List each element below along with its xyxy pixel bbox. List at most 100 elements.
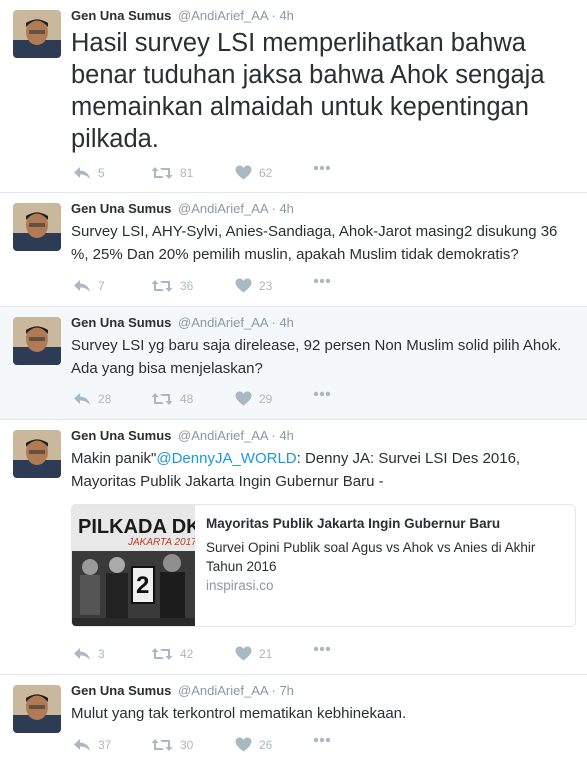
card-title[interactable]: Mayoritas Publik Jakarta Ingin Gubernur … [206, 516, 500, 531]
avatar-image [13, 430, 61, 478]
reply-button[interactable]: 3 [73, 646, 105, 662]
retweet-icon [151, 393, 173, 405]
retweet-count: 36 [180, 279, 194, 293]
tweet-actions: 7 36 23 [73, 278, 373, 298]
more-icon [313, 165, 331, 171]
avatar[interactable] [13, 10, 61, 58]
like-button[interactable]: 62 [235, 165, 272, 180]
card-domain: inspirasi.co [206, 578, 274, 593]
separator-dot: · [271, 315, 276, 330]
retweet-button[interactable]: 48 [151, 391, 193, 407]
more-button[interactable] [313, 737, 331, 743]
handle[interactable]: @AndiArief_AA [178, 315, 268, 330]
timestamp[interactable]: 4h [279, 8, 293, 23]
display-name[interactable]: Gen Una Sumus [71, 201, 171, 216]
reply-button[interactable]: 5 [73, 165, 105, 181]
tweet-header: Gen Una Sumus @AndiArief_AA · 4h [71, 315, 294, 330]
like-count: 62 [259, 165, 273, 180]
retweet-count: 42 [180, 647, 194, 661]
tweet-header: Gen Una Sumus @AndiArief_AA · 7h [71, 683, 294, 698]
handle[interactable]: @AndiArief_AA [178, 8, 268, 23]
reply-button[interactable]: 7 [73, 278, 105, 294]
like-button[interactable]: 23 [235, 278, 272, 293]
handle[interactable]: @AndiArief_AA [178, 201, 268, 216]
tweet-actions: 28 48 29 [73, 391, 373, 411]
retweet-button[interactable]: 42 [151, 646, 193, 662]
tweet-text: Makin panik"@DennyJA_WORLD: Denny JA: Su… [71, 447, 573, 493]
like-count: 29 [259, 391, 273, 406]
avatar[interactable] [13, 430, 61, 478]
card-thumbnail[interactable]: PILKADA DKI JAKARTA 2017 2 [72, 505, 195, 626]
more-icon [313, 737, 331, 743]
reply-count: 7 [98, 279, 105, 293]
separator-dot: · [271, 428, 276, 443]
tweet-header: Gen Una Sumus @AndiArief_AA · 4h [71, 8, 294, 23]
timestamp[interactable]: 4h [279, 428, 293, 443]
reply-count: 28 [98, 392, 112, 406]
handle[interactable]: @AndiArief_AA [178, 683, 268, 698]
retweet-icon [151, 167, 173, 179]
avatar-image [13, 203, 61, 251]
tweet[interactable]: Gen Una Sumus @AndiArief_AA · 7h Mulut y… [0, 675, 587, 766]
separator-dot: · [271, 683, 276, 698]
reply-count: 5 [98, 166, 105, 180]
like-button[interactable]: 21 [235, 646, 272, 661]
avatar-image [13, 317, 61, 365]
display-name[interactable]: Gen Una Sumus [71, 683, 171, 698]
reply-icon [74, 280, 90, 292]
timeline: Gen Una Sumus @AndiArief_AA · 4h Hasil s… [0, 0, 587, 766]
timestamp[interactable]: 4h [279, 315, 293, 330]
like-count: 21 [259, 646, 273, 661]
heart-icon [235, 646, 252, 661]
link-card[interactable]: PILKADA DKI JAKARTA 2017 2 Mayoritas Pub… [71, 504, 576, 627]
tweet[interactable]: Gen Una Sumus @AndiArief_AA · 4h Survey … [0, 307, 587, 420]
more-button[interactable] [313, 646, 331, 652]
reply-button[interactable]: 37 [73, 737, 111, 753]
mention-link[interactable]: @DennyJA_WORLD [156, 450, 296, 467]
display-name[interactable]: Gen Una Sumus [71, 315, 171, 330]
retweet-button[interactable]: 81 [151, 165, 193, 181]
retweet-count: 30 [180, 738, 194, 752]
card-image-number: 2 [136, 572, 149, 599]
retweet-button[interactable]: 30 [151, 737, 193, 753]
card-description: Survei Opini Publik soal Agus vs Ahok vs… [206, 540, 536, 574]
timestamp[interactable]: 4h [279, 201, 293, 216]
retweet-count: 81 [180, 166, 194, 180]
heart-icon [235, 278, 252, 293]
tweet[interactable]: Gen Una Sumus @AndiArief_AA · 4h Survey … [0, 193, 587, 307]
heart-icon [235, 737, 252, 752]
card-thumbnail-image: PILKADA DKI JAKARTA 2017 2 [72, 505, 195, 626]
handle[interactable]: @AndiArief_AA [178, 428, 268, 443]
more-button[interactable] [313, 391, 331, 397]
reply-icon [74, 648, 90, 660]
tweet-text-start: Makin panik" [71, 450, 157, 467]
more-icon [313, 646, 331, 652]
like-button[interactable]: 26 [235, 737, 272, 752]
tweet-actions: 5 81 62 [73, 165, 373, 185]
avatar-image [13, 685, 61, 733]
avatar[interactable] [13, 317, 61, 365]
avatar[interactable] [13, 203, 61, 251]
like-button[interactable]: 29 [235, 391, 272, 406]
more-button[interactable] [313, 278, 331, 284]
tweet[interactable]: Gen Una Sumus @AndiArief_AA · 4h Hasil s… [0, 0, 587, 193]
reply-count: 3 [98, 647, 105, 661]
like-count: 26 [259, 737, 273, 752]
separator-dot: · [271, 8, 276, 23]
reply-icon [74, 739, 90, 751]
card-image-subtitle: JAKARTA 2017 [127, 537, 195, 548]
tweet-text: Survey LSI yg baru saja direlease, 92 pe… [71, 337, 562, 377]
display-name[interactable]: Gen Una Sumus [71, 428, 171, 443]
tweet-text: Survey LSI, AHY-Sylvi, Anies-Sandiaga, A… [71, 223, 558, 263]
heart-icon [235, 165, 252, 180]
avatar[interactable] [13, 685, 61, 733]
reply-icon [74, 167, 90, 179]
display-name[interactable]: Gen Una Sumus [71, 8, 171, 23]
retweet-button[interactable]: 36 [151, 278, 193, 294]
tweet-text: Hasil survey LSI memperlihatkan bahwa be… [71, 29, 545, 153]
tweet-text: Mulut yang tak terkontrol mematikan kebh… [71, 705, 407, 722]
timestamp[interactable]: 7h [279, 683, 293, 698]
separator-dot: · [271, 201, 276, 216]
reply-button[interactable]: 28 [73, 391, 111, 407]
more-button[interactable] [313, 165, 331, 171]
